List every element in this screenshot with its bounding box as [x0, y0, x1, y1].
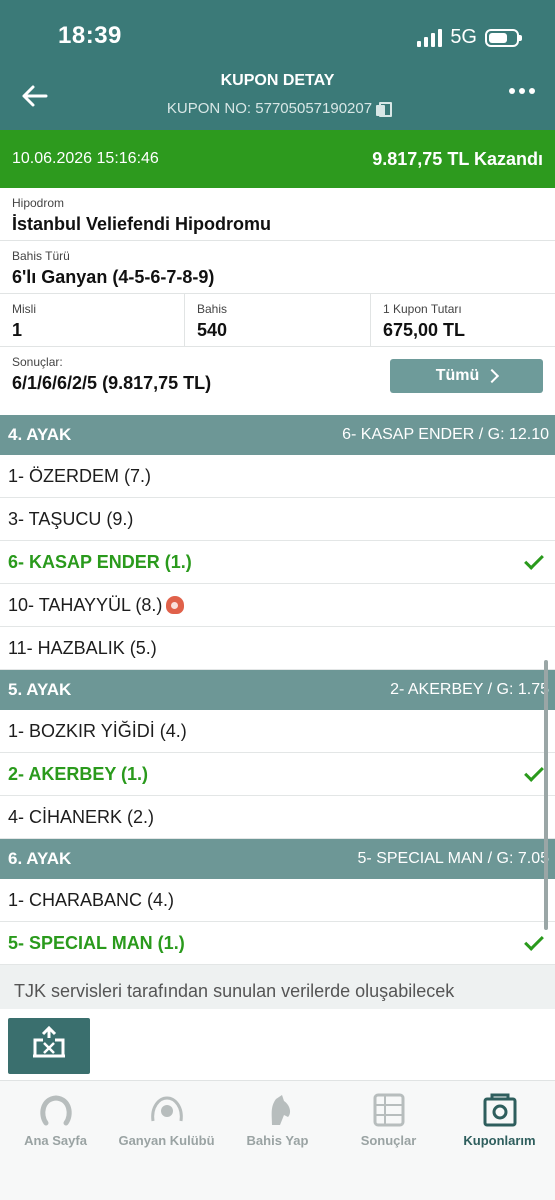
coupon-share-icon: [33, 1026, 65, 1058]
bet-type-value: 6'lı Ganyan (4-5-6-7-8-9): [12, 267, 215, 287]
bahis-label: Bahis: [197, 302, 228, 316]
share-coupon-button[interactable]: [8, 1018, 90, 1074]
horse-label: 1- CHARABANC (4.): [8, 889, 175, 910]
more-menu-button[interactable]: [509, 88, 535, 94]
nav-club[interactable]: Ganyan Kulübü: [111, 1081, 222, 1200]
horse-row: 3- TAŞUCU (9.): [0, 498, 555, 541]
leg-header[interactable]: 5. AYAK 2- AKERBEY / G: 1.75: [0, 670, 555, 710]
horse-label: 1- BOZKIR YİĞİDİ (4.): [8, 720, 187, 741]
status-icons: 5G: [417, 26, 522, 49]
win-amount: 9.817,75 TL Kazandı: [372, 148, 543, 169]
hippodrome-label: Hipodrom: [12, 196, 65, 210]
page-title: KUPON DETAY: [220, 72, 335, 89]
results-cell: Sonuçlar: 6/1/6/6/2/5 (9.817,75 TL) Tümü: [0, 347, 555, 415]
horse-label: 2- AKERBEY (1.): [8, 763, 149, 784]
misli-value: 1: [12, 320, 23, 340]
horse-row-winner: 5- SPECIAL MAN (1.): [0, 922, 555, 965]
bahis-value: 540: [197, 320, 228, 340]
misli-label: Misli: [12, 302, 36, 316]
nav-results-label: Sonuçlar: [360, 1133, 417, 1148]
nav-home[interactable]: Ana Sayfa: [0, 1081, 111, 1200]
coupon-amount-value: 675,00 TL: [383, 320, 466, 340]
horse-row-winner: 6- KASAP ENDER (1.): [0, 541, 555, 584]
show-all-label: Tümü: [435, 367, 480, 384]
horse-row: 1- BOZKIR YİĞİDİ (4.): [0, 710, 555, 753]
horse-label: 10- TAHAYYÜL (8.): [8, 594, 163, 615]
horse-row-winner: 2- AKERBEY (1.): [0, 753, 555, 796]
misli-cell: Misli 1: [0, 294, 185, 346]
nav-club-label: Ganyan Kulübü: [118, 1133, 215, 1148]
leg-name: 5. AYAK: [8, 680, 72, 699]
disclaimer-text: TJK servisleri tarafından sunulan verile…: [0, 965, 555, 1009]
horse-head-icon: [271, 1095, 290, 1125]
show-all-button[interactable]: Tümü: [390, 359, 543, 393]
legs-list: 4. AYAK 6- KASAP ENDER / G: 12.10 1- ÖZE…: [0, 415, 555, 965]
check-icon: [524, 762, 544, 782]
horse-row: 1- CHARABANC (4.): [0, 879, 555, 922]
leg-result: 2- AKERBEY / G: 1.75: [390, 681, 549, 698]
status-time: 18:39: [58, 22, 122, 49]
horse-head-icon: [166, 596, 185, 614]
nav-coupons[interactable]: Kuponlarım: [444, 1081, 555, 1200]
nav-bet-label: Bahis Yap: [246, 1133, 309, 1148]
coupon-date: 10.06.2026 15:16:46: [12, 150, 159, 167]
coupon-amount-label: 1 Kupon Tutarı: [383, 302, 462, 316]
check-icon: [524, 550, 544, 570]
copy-icon[interactable]: [376, 101, 393, 117]
jockey-club-icon: [150, 1096, 183, 1122]
nav-results[interactable]: Sonuçlar: [333, 1081, 444, 1200]
bottom-nav: Ana Sayfa Ganyan Kulübü Bahis Yap Sonuçl…: [0, 1080, 555, 1200]
leg-result: 6- KASAP ENDER / G: 12.10: [342, 426, 549, 443]
horse-label: 4- CİHANERK (2.): [8, 806, 155, 827]
hippodrome-value: İstanbul Veliefendi Hipodromu: [12, 214, 272, 234]
horse-row: 1- ÖZERDEM (7.): [0, 455, 555, 498]
horse-row: 10- TAHAYYÜL (8.): [0, 584, 555, 627]
leg-header[interactable]: 4. AYAK 6- KASAP ENDER / G: 12.10: [0, 415, 555, 455]
scrollbar[interactable]: [544, 660, 548, 930]
leg-header[interactable]: 6. AYAK 5- SPECIAL MAN / G: 7.05: [0, 839, 555, 879]
network-label: 5G: [450, 26, 477, 48]
leg-name: 4. AYAK: [8, 425, 72, 444]
nav-home-label: Ana Sayfa: [24, 1133, 87, 1148]
coupons-icon: [483, 1093, 516, 1127]
chevron-right-icon: [485, 368, 500, 384]
hippodrome-cell: Hipodrom İstanbul Veliefendi Hipodromu: [0, 188, 555, 241]
bahis-cell: Bahis 540: [185, 294, 371, 346]
horse-label: 5- SPECIAL MAN (1.): [8, 932, 185, 953]
results-board-icon: [373, 1093, 404, 1127]
bet-summary-row: Misli 1 Bahis 540 1 Kupon Tutarı 675,00 …: [0, 294, 555, 347]
bet-type-cell: Bahis Türü 6'lı Ganyan (4-5-6-7-8-9): [0, 241, 555, 294]
nav-coupons-label: Kuponlarım: [463, 1133, 536, 1148]
win-banner: 10.06.2026 15:16:46 9.817,75 TL Kazandı: [0, 130, 555, 188]
coupon-number[interactable]: KUPON NO: 57705057190207: [0, 100, 555, 117]
coupon-amount-cell: 1 Kupon Tutarı 675,00 TL: [371, 294, 555, 346]
signal-icon: [417, 28, 443, 47]
leg-name: 6. AYAK: [8, 849, 72, 868]
horse-label: 3- TAŞUCU (9.): [8, 508, 134, 529]
horse-row: 4- CİHANERK (2.): [0, 796, 555, 839]
horse-label: 11- HAZBALIK (5.): [8, 637, 157, 658]
check-icon: [524, 931, 544, 951]
battery-icon: [485, 28, 522, 47]
bet-type-label: Bahis Türü: [12, 249, 70, 263]
app-header: 18:39 5G KUPON DETAY KUPON NO: 577050571…: [0, 0, 555, 130]
nav-bet[interactable]: Bahis Yap: [222, 1081, 333, 1200]
horse-label: 1- ÖZERDEM (7.): [8, 465, 152, 486]
horseshoe-icon: [39, 1095, 72, 1126]
horse-label: 6- KASAP ENDER (1.): [8, 551, 192, 572]
leg-result: 5- SPECIAL MAN / G: 7.05: [357, 850, 549, 867]
coupon-number-text: KUPON NO: 57705057190207: [166, 100, 373, 117]
horse-row: 11- HAZBALIK (5.): [0, 627, 555, 670]
